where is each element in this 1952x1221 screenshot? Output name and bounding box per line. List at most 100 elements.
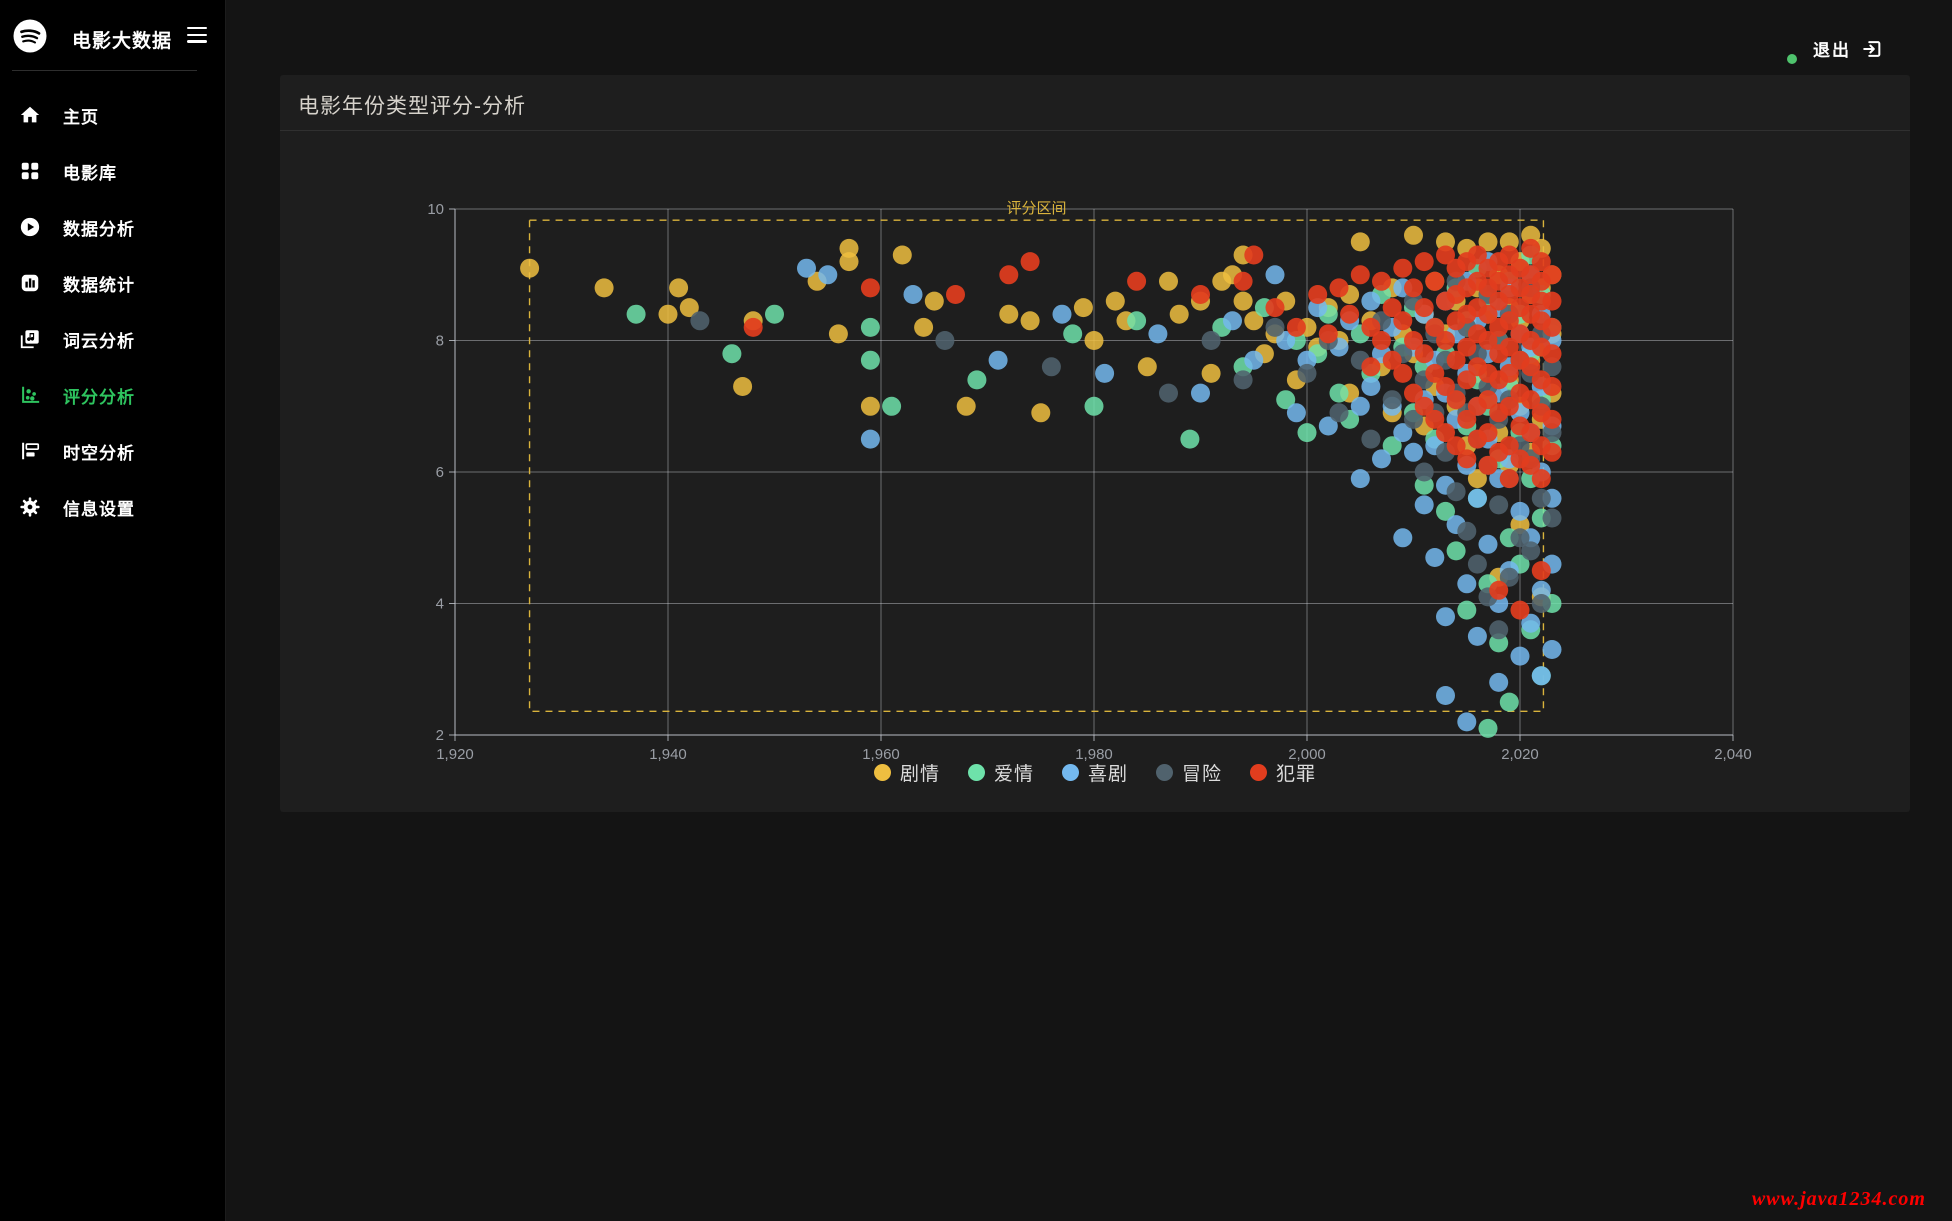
data-point[interactable] — [1148, 324, 1167, 343]
data-point[interactable] — [1351, 469, 1370, 488]
data-point[interactable] — [1500, 693, 1519, 712]
data-point[interactable] — [904, 285, 923, 304]
sidebar-item-data-stats[interactable]: 数据统计 — [0, 255, 225, 311]
data-point[interactable] — [935, 331, 954, 350]
data-point[interactable] — [989, 351, 1008, 370]
data-point[interactable] — [1223, 311, 1242, 330]
data-point[interactable] — [1543, 344, 1562, 363]
data-point[interactable] — [1351, 265, 1370, 284]
data-point[interactable] — [1234, 370, 1253, 389]
data-point[interactable] — [1063, 324, 1082, 343]
data-point[interactable] — [829, 324, 848, 343]
data-point[interactable] — [1319, 324, 1338, 343]
data-point[interactable] — [1361, 430, 1380, 449]
data-point[interactable] — [1330, 278, 1349, 297]
data-point[interactable] — [818, 265, 837, 284]
data-point[interactable] — [1457, 522, 1476, 541]
legend-item-drama[interactable]: 剧情 — [874, 759, 940, 786]
data-point[interactable] — [1383, 390, 1402, 409]
data-point[interactable] — [1543, 443, 1562, 462]
data-point[interactable] — [797, 259, 816, 278]
sidebar-item-settings[interactable]: 信息设置 — [0, 479, 225, 535]
data-point[interactable] — [1404, 443, 1423, 462]
data-point[interactable] — [1053, 305, 1072, 324]
data-point[interactable] — [1159, 272, 1178, 291]
data-point[interactable] — [861, 397, 880, 416]
data-point[interactable] — [1436, 686, 1455, 705]
sidebar-item-home[interactable]: 主页 — [0, 87, 225, 143]
data-point[interactable] — [1543, 265, 1562, 284]
data-point[interactable] — [957, 397, 976, 416]
logout-button[interactable]: 退出 — [1813, 36, 1883, 61]
data-point[interactable] — [1031, 403, 1050, 422]
data-point[interactable] — [1457, 449, 1476, 468]
data-point[interactable] — [1532, 469, 1551, 488]
data-point[interactable] — [1021, 252, 1040, 271]
data-point[interactable] — [1447, 541, 1466, 560]
data-point[interactable] — [690, 311, 709, 330]
data-point[interactable] — [1532, 561, 1551, 580]
data-point[interactable] — [1393, 259, 1412, 278]
data-point[interactable] — [1266, 298, 1285, 317]
data-point[interactable] — [1372, 331, 1391, 350]
data-point[interactable] — [659, 305, 678, 324]
data-point[interactable] — [1351, 397, 1370, 416]
data-point[interactable] — [1202, 331, 1221, 350]
data-point[interactable] — [1489, 620, 1508, 639]
data-point[interactable] — [999, 305, 1018, 324]
data-point[interactable] — [967, 370, 986, 389]
sidebar-item-data-analysis[interactable]: 数据分析 — [0, 199, 225, 255]
data-point[interactable] — [1415, 344, 1434, 363]
data-point[interactable] — [733, 377, 752, 396]
data-point[interactable] — [722, 344, 741, 363]
data-point[interactable] — [1479, 423, 1498, 442]
data-point[interactable] — [1489, 495, 1508, 514]
data-point[interactable] — [999, 265, 1018, 284]
data-point[interactable] — [1234, 292, 1253, 311]
data-point[interactable] — [1511, 647, 1530, 666]
data-point[interactable] — [1457, 712, 1476, 731]
data-point[interactable] — [1457, 574, 1476, 593]
data-point[interactable] — [1106, 292, 1125, 311]
data-point[interactable] — [861, 430, 880, 449]
data-point[interactable] — [520, 259, 539, 278]
data-point[interactable] — [1415, 463, 1434, 482]
data-point[interactable] — [1457, 601, 1476, 620]
data-point[interactable] — [1244, 246, 1263, 265]
data-point[interactable] — [1021, 311, 1040, 330]
data-point[interactable] — [893, 246, 912, 265]
data-point[interactable] — [1298, 364, 1317, 383]
data-point[interactable] — [1330, 384, 1349, 403]
data-point[interactable] — [1447, 390, 1466, 409]
data-point[interactable] — [1489, 581, 1508, 600]
data-point[interactable] — [1127, 311, 1146, 330]
data-point[interactable] — [1425, 272, 1444, 291]
data-point[interactable] — [1266, 265, 1285, 284]
data-point[interactable] — [1298, 423, 1317, 442]
data-point[interactable] — [1074, 298, 1093, 317]
data-point[interactable] — [1351, 232, 1370, 251]
data-point[interactable] — [1532, 489, 1551, 508]
data-point[interactable] — [1393, 528, 1412, 547]
data-point[interactable] — [1287, 318, 1306, 337]
data-point[interactable] — [1085, 331, 1104, 350]
data-point[interactable] — [1266, 318, 1285, 337]
data-point[interactable] — [765, 305, 784, 324]
data-point[interactable] — [1415, 252, 1434, 271]
legend-item-crime[interactable]: 犯罪 — [1250, 759, 1316, 786]
data-point[interactable] — [1543, 318, 1562, 337]
data-point[interactable] — [1436, 331, 1455, 350]
data-point[interactable] — [1415, 298, 1434, 317]
data-point[interactable] — [1404, 278, 1423, 297]
scatter-chart[interactable]: 1,9201,9401,9601,9802,0002,0202,04024681… — [280, 132, 1910, 812]
data-point[interactable] — [1372, 449, 1391, 468]
data-point[interactable] — [861, 318, 880, 337]
data-point[interactable] — [1415, 495, 1434, 514]
data-point[interactable] — [1436, 607, 1455, 626]
data-point[interactable] — [1287, 403, 1306, 422]
data-point[interactable] — [1191, 384, 1210, 403]
sidebar-item-movie-library[interactable]: 电影库 — [0, 143, 225, 199]
data-point[interactable] — [744, 318, 763, 337]
data-point[interactable] — [1393, 311, 1412, 330]
data-point[interactable] — [1042, 357, 1061, 376]
